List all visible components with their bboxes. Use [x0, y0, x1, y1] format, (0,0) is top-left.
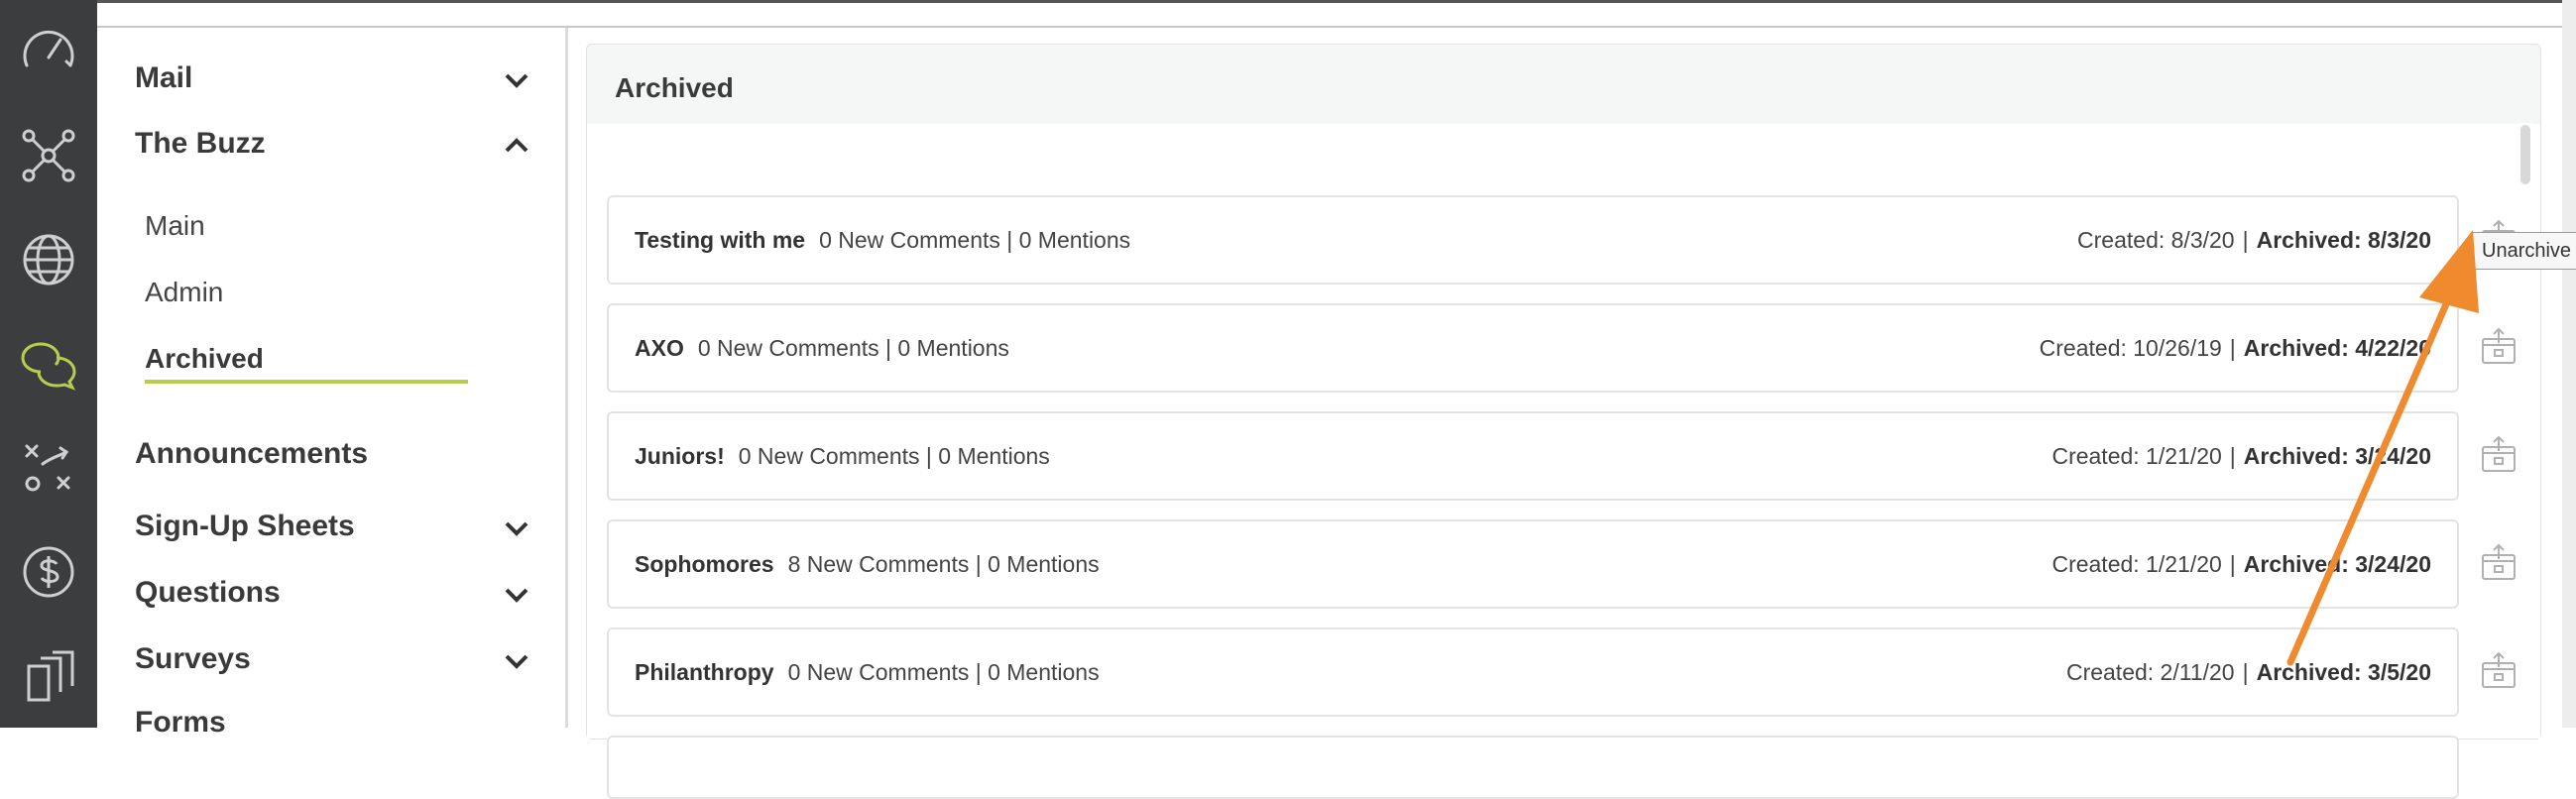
row-archived: Archived: 3/24/20 — [2243, 551, 2431, 577]
archived-row[interactable]: Philanthropy 0 New Comments | 0 Mentions … — [607, 628, 2459, 717]
nav-the-buzz[interactable]: The Buzz — [135, 127, 531, 161]
nav-mail-label: Mail — [135, 61, 193, 94]
panel-title: Archived — [615, 72, 734, 103]
top-border-line — [97, 0, 2576, 3]
nav-announcements-label: Announcements — [135, 437, 369, 470]
documents-icon[interactable] — [0, 624, 97, 728]
archived-panel: Archived Testing with me 0 New Comments |… — [586, 44, 2541, 799]
section-nav: Mail The Buzz Main Admin Archived Announ… — [97, 28, 568, 739]
unarchive-button[interactable] — [2477, 433, 2520, 477]
row-left: Philanthropy 0 New Comments | 0 Mentions — [635, 659, 1100, 686]
row-stats: 0 New Comments | 0 Mentions — [819, 227, 1131, 253]
chevron-down-icon — [505, 588, 528, 603]
unarchive-icon — [2482, 651, 2516, 688]
row-name: AXO — [635, 335, 684, 361]
row-archived: Archived: 3/5/20 — [2256, 659, 2431, 685]
nav-surveys[interactable]: Surveys — [135, 642, 531, 676]
row-right: Created: 8/3/20 | Archived: 8/3/20 — [2077, 227, 2431, 253]
chevron-down-icon — [505, 73, 528, 88]
row-created: Created: 8/3/20 — [2077, 227, 2235, 253]
nav-forms-label: Forms — [135, 706, 226, 739]
globe-icon[interactable] — [0, 208, 97, 312]
playbook-strategy-icon[interactable] — [0, 415, 97, 519]
unarchive-icon — [2482, 327, 2516, 364]
nav-signup-sheets[interactable]: Sign-Up Sheets — [135, 510, 531, 543]
row-right: Created: 10/26/19 | Archived: 4/22/20 — [2039, 335, 2431, 361]
unarchive-button[interactable] — [2477, 541, 2520, 585]
scrollbar-thumb[interactable] — [2520, 125, 2530, 184]
nav-buzz-admin[interactable]: Admin — [145, 277, 223, 308]
nav-mail[interactable]: Mail — [135, 61, 531, 95]
nav-announcements[interactable]: Announcements — [135, 437, 531, 471]
row-created: Created: 10/26/19 — [2039, 335, 2222, 361]
dollar-icon[interactable] — [0, 519, 97, 624]
nav-buzz-archived[interactable]: Archived — [145, 343, 264, 375]
unarchive-icon — [2482, 543, 2516, 580]
row-name: Sophomores — [635, 551, 774, 577]
nav-surveys-label: Surveys — [135, 642, 251, 675]
archived-list: Testing with me 0 New Comments | 0 Mentio… — [587, 124, 2540, 799]
chevron-down-icon — [505, 654, 528, 669]
row-right: Created: 1/21/20 | Archived: 3/24/20 — [2051, 443, 2431, 469]
dashboard-gauge-icon[interactable] — [0, 0, 97, 104]
archived-row[interactable]: Sophomores 8 New Comments | 0 Mentions Cr… — [607, 519, 2459, 609]
row-created: Created: 2/11/20 — [2065, 659, 2235, 685]
unarchive-tooltip: Unarchive — [2471, 232, 2576, 270]
chevron-down-icon — [505, 521, 528, 536]
row-right: Created: 1/21/20 | Archived: 3/24/20 — [2051, 551, 2431, 577]
row-archived: Archived: 3/24/20 — [2243, 443, 2431, 469]
row-archived: Archived: 8/3/20 — [2256, 227, 2431, 253]
archived-row[interactable]: Testing with me 0 New Comments | 0 Mentio… — [607, 195, 2459, 285]
nav-signup-sheets-label: Sign-Up Sheets — [135, 510, 355, 542]
row-stats: 0 New Comments | 0 Mentions — [738, 443, 1050, 469]
row-name: Juniors! — [635, 443, 725, 469]
unarchive-icon — [2482, 435, 2516, 472]
row-right: Created: 2/11/20 | Archived: 3/5/20 — [2065, 659, 2431, 685]
active-indicator — [145, 380, 468, 384]
archived-row-partial[interactable] — [607, 736, 2459, 799]
row-stats: 0 New Comments | 0 Mentions — [697, 335, 1009, 361]
unarchive-button[interactable] — [2477, 325, 2520, 369]
nav-the-buzz-label: The Buzz — [135, 127, 266, 160]
nav-questions[interactable]: Questions — [135, 576, 531, 610]
archived-row[interactable]: Juniors! 0 New Comments | 0 Mentions Crea… — [607, 411, 2459, 501]
row-name: Testing with me — [635, 227, 806, 253]
network-nodes-icon[interactable] — [0, 104, 97, 208]
row-created: Created: 1/21/20 — [2051, 443, 2222, 469]
row-left: Sophomores 8 New Comments | 0 Mentions — [635, 551, 1100, 578]
chevron-up-icon — [505, 138, 528, 153]
row-stats: 8 New Comments | 0 Mentions — [787, 551, 1100, 577]
app-icon-rail — [0, 0, 97, 728]
row-name: Philanthropy — [635, 659, 774, 685]
top-border — [97, 0, 2576, 28]
nav-forms[interactable]: Forms — [135, 706, 531, 740]
nav-questions-label: Questions — [135, 576, 281, 609]
chat-bubbles-icon[interactable] — [0, 312, 97, 416]
row-stats: 0 New Comments | 0 Mentions — [787, 659, 1100, 685]
archived-row[interactable]: AXO 0 New Comments | 0 Mentions Created: … — [607, 303, 2459, 393]
unarchive-button[interactable] — [2477, 649, 2520, 693]
scrollbar-track[interactable] — [2518, 123, 2532, 728]
nav-buzz-main[interactable]: Main — [145, 210, 205, 242]
window-edge — [2562, 0, 2576, 728]
row-left: AXO 0 New Comments | 0 Mentions — [635, 335, 1009, 362]
row-created: Created: 1/21/20 — [2051, 551, 2222, 577]
row-archived: Archived: 4/22/20 — [2243, 335, 2431, 361]
row-left: Juniors! 0 New Comments | 0 Mentions — [635, 443, 1050, 470]
row-left: Testing with me 0 New Comments | 0 Mentio… — [635, 227, 1130, 254]
